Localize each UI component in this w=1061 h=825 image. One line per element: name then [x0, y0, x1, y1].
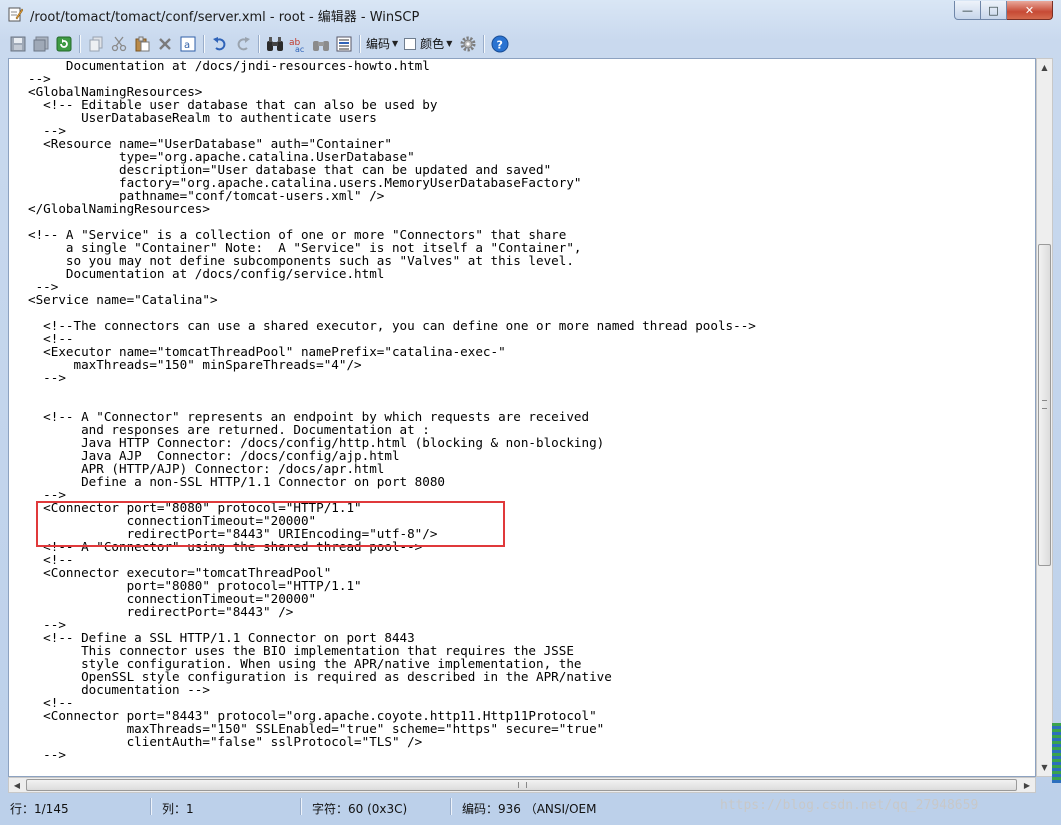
grip-icon — [1042, 400, 1047, 409]
delete-icon — [159, 37, 171, 50]
binoculars-icon — [267, 36, 283, 51]
copy-button[interactable] — [86, 34, 106, 54]
toolbar-separator — [359, 34, 361, 53]
title-bar: /root/tomact/tomact/conf/server.xml - ro… — [0, 0, 1061, 30]
status-encoding: 编码：936 （ANSI/OEM — [462, 802, 597, 816]
status-separator — [150, 798, 152, 815]
toolbar-separator — [79, 34, 81, 53]
close-icon: ✕ — [1024, 3, 1035, 17]
select-all-button[interactable]: a — [178, 34, 198, 54]
status-bar: 行：1/145 列：1 字符：60 (0x3C) 编码：936 （ANSI/OE… — [0, 796, 1061, 818]
scroll-left-arrow-icon[interactable]: ◀ — [9, 778, 25, 792]
binoculars-icon — [313, 40, 329, 51]
toolbar-separator — [483, 34, 486, 53]
grip-icon — [518, 782, 527, 788]
side-strip — [1052, 723, 1061, 783]
edit-document-icon — [7, 6, 24, 22]
svg-text:ac: ac — [295, 45, 304, 52]
save-all-icon — [33, 36, 49, 51]
code-line[interactable]: Define a non-SSL HTTP/1.1 Connector on p… — [28, 475, 756, 488]
help-button[interactable]: ? — [490, 34, 510, 54]
maximize-button[interactable]: □ — [981, 1, 1007, 20]
code-line[interactable]: --> — [28, 371, 756, 384]
toolbar-separator — [203, 34, 205, 53]
winscp-editor-window: /root/tomact/tomact/conf/server.xml - ro… — [0, 0, 1061, 825]
code-line[interactable]: Documentation at /docs/config/service.ht… — [28, 267, 756, 280]
editor-toolbar: a ab ac 编码 ▼ 颜色 ▼ ? — [8, 31, 1053, 56]
code-line[interactable]: UserDatabaseRealm to authenticate users — [28, 111, 756, 124]
code-content[interactable]: Documentation at /docs/jndi-resources-ho… — [28, 59, 756, 776]
horizontal-scrollbar[interactable]: ◀ ▶ — [8, 777, 1036, 793]
code-line[interactable]: clientAuth="false" sslProtocol="TLS" /> — [28, 735, 756, 748]
copy-icon — [89, 36, 103, 51]
toolbar-separator — [258, 34, 260, 53]
scroll-up-arrow-icon[interactable]: ▲ — [1037, 59, 1052, 76]
scroll-right-arrow-icon[interactable]: ▶ — [1019, 778, 1035, 792]
undo-icon — [213, 36, 226, 50]
close-button[interactable]: ✕ — [1007, 1, 1053, 20]
code-line[interactable]: <Service name="Catalina"> — [28, 293, 756, 306]
window-controls: — □ ✕ — [954, 1, 1053, 21]
minimize-button[interactable]: — — [954, 1, 981, 20]
preferences-button[interactable] — [458, 34, 478, 54]
find-next-button[interactable] — [311, 34, 331, 54]
goto-line-icon — [336, 36, 352, 51]
code-line[interactable]: Documentation at /docs/jndi-resources-ho… — [28, 59, 756, 72]
save-icon — [10, 36, 26, 51]
status-separator — [450, 798, 452, 815]
code-line[interactable]: maxThreads="150" minSpareThreads="4"/> — [28, 358, 756, 371]
code-line[interactable]: documentation --> — [28, 683, 756, 696]
code-line[interactable]: </GlobalNamingResources> — [28, 202, 756, 215]
status-column: 列：1 — [162, 802, 194, 816]
select-all-icon: a — [180, 36, 196, 51]
paste-button[interactable] — [132, 34, 152, 54]
code-line[interactable] — [28, 761, 756, 774]
save-button[interactable] — [8, 34, 28, 54]
reload-icon — [56, 36, 72, 51]
replace-icon: ab ac — [289, 38, 304, 52]
scroll-down-arrow-icon[interactable]: ▼ — [1037, 759, 1052, 776]
encoding-dropdown[interactable]: 编码 — [366, 35, 390, 52]
goto-line-button[interactable] — [334, 34, 354, 54]
highlight-box — [36, 501, 505, 547]
chevron-down-icon[interactable]: ▼ — [392, 39, 398, 48]
code-line[interactable]: <!--The connectors can use a shared exec… — [28, 319, 756, 332]
code-line[interactable]: redirectPort="8443" /> — [28, 605, 756, 618]
save-all-button[interactable] — [31, 34, 51, 54]
chevron-down-icon[interactable]: ▼ — [446, 39, 452, 48]
horizontal-scroll-thumb[interactable] — [26, 779, 1017, 791]
status-separator — [300, 798, 302, 815]
redo-button[interactable] — [233, 34, 253, 54]
code-line[interactable]: --> — [28, 748, 756, 761]
replace-button[interactable]: ab ac — [288, 34, 308, 54]
find-button[interactable] — [265, 34, 285, 54]
status-character: 字符：60 (0x3C) — [312, 802, 408, 816]
window-title: /root/tomact/tomact/conf/server.xml - ro… — [30, 10, 420, 25]
color-dropdown[interactable]: 颜色 — [420, 35, 444, 52]
undo-button[interactable] — [210, 34, 230, 54]
paste-icon — [135, 36, 150, 51]
cut-button[interactable] — [109, 34, 129, 54]
reload-button[interactable] — [54, 34, 74, 54]
code-line[interactable] — [28, 384, 756, 397]
vertical-scroll-thumb[interactable] — [1038, 244, 1051, 566]
gear-icon — [460, 36, 476, 51]
delete-button[interactable] — [155, 34, 175, 54]
svg-text:a: a — [184, 40, 190, 51]
redo-icon — [237, 36, 250, 50]
text-editor[interactable]: Documentation at /docs/jndi-resources-ho… — [8, 58, 1036, 777]
scissors-icon — [111, 36, 127, 51]
minimize-icon: — — [962, 3, 973, 17]
watermark-text: https://blog.csdn.net/qq_27948659 — [720, 798, 979, 813]
maximize-icon: □ — [988, 3, 999, 17]
help-icon: ? — [491, 35, 509, 52]
color-checkbox[interactable] — [404, 37, 417, 50]
vertical-scrollbar[interactable]: ▲ ▼ — [1036, 58, 1053, 777]
svg-text:?: ? — [497, 38, 503, 51]
status-line: 行：1/145 — [10, 802, 69, 816]
